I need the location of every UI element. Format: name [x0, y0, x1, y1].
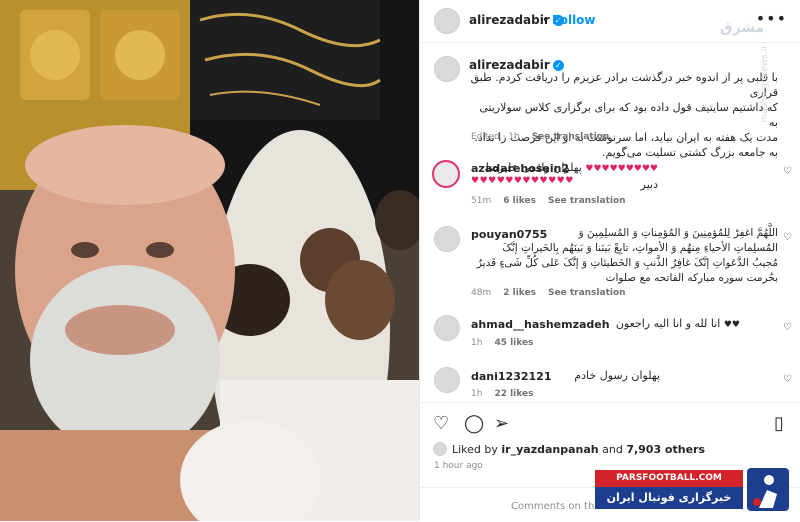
- author-name[interactable]: alirezadabir: [469, 13, 550, 27]
- caption-text: با قلبی پر از اندوه خبر درگذشت برادر عزی…: [468, 70, 778, 160]
- likes-prefix: Liked by: [452, 443, 502, 456]
- caption-avatar[interactable]: [434, 56, 460, 82]
- likes-count[interactable]: 7,903 others: [626, 443, 705, 456]
- save-icon[interactable]: ▯: [774, 413, 784, 434]
- like-comment-icon[interactable]: ♡: [783, 232, 792, 243]
- separator-dot: •: [542, 13, 550, 27]
- parsfootball-tagline: خبرگزاری فوتبال ایران: [595, 487, 743, 509]
- add-comment-input[interactable]: Comments on th: [511, 501, 594, 512]
- comment-avatar[interactable]: [434, 315, 460, 341]
- comment-age: 1h: [471, 338, 483, 348]
- mashregh-logo: مشرق: [720, 20, 765, 36]
- comment-likes[interactable]: 45 likes: [494, 338, 533, 348]
- comment-body: انا لله و انا الیه راجعون: [615, 317, 721, 330]
- comment-avatar[interactable]: [434, 367, 460, 393]
- liker-username[interactable]: ir_yazdanpanah: [501, 443, 598, 456]
- mashregh-url: mashreghnews.ir: [760, 45, 770, 123]
- share-icon[interactable]: ➢: [494, 413, 509, 434]
- post-time: 1 hour ago: [434, 461, 483, 471]
- see-translation-link[interactable]: See translation: [548, 196, 626, 206]
- caption-line: با قلبی پر از اندوه خبر درگذشت برادر عزی…: [470, 71, 778, 99]
- like-comment-icon[interactable]: ♡: [783, 166, 792, 177]
- comment-avatar[interactable]: [432, 160, 460, 188]
- like-icon[interactable]: ♡: [433, 413, 449, 434]
- like-comment-icon[interactable]: ♡: [783, 322, 792, 333]
- follow-button[interactable]: Follow: [552, 13, 596, 27]
- hearts-emoji: ♥♥: [723, 320, 740, 330]
- post-panel: alirezadabir ✓ • Follow ••• alirezadabir ✓…: [419, 0, 800, 521]
- comment-meta: 51m 6 likes See translation: [471, 196, 638, 206]
- comment-text: ♥♥ انا لله و انا الیه راجعون: [600, 316, 740, 333]
- comment-age: 48m: [471, 288, 492, 298]
- comment-meta: 48m 2 likes See translation: [471, 288, 638, 298]
- like-comment-icon[interactable]: ♡: [783, 374, 792, 385]
- hearts-emoji: ♥♥♥♥♥♥♥♥♥♥♥♥: [471, 176, 574, 186]
- caption-line: به جامعه بزرگ کشتی تسلیت می‌گویم.: [601, 146, 778, 159]
- comment-username[interactable]: ahmad__hashemzadeh: [471, 318, 610, 331]
- see-translation-link[interactable]: See translation: [548, 288, 626, 298]
- comment-age: 1h: [471, 389, 483, 399]
- post-photo[interactable]: [0, 0, 419, 521]
- photo-illustration: [0, 0, 419, 521]
- comment-avatar[interactable]: [434, 226, 460, 252]
- parsfootball-url: PARSFOOTBALL.COM: [595, 470, 743, 487]
- comment-text: اللَّهُمَّ اغفِرْ لِلمُؤمِنِینَ وَ المُؤ…: [468, 226, 778, 286]
- comment-meta: 1h 45 likes: [471, 338, 545, 348]
- comment-line: المُسلِماتِ الأحیاءِ مِنهُم وَ الأمواتِ،…: [502, 242, 778, 254]
- parsfootball-watermark: PARSFOOTBALL.COM خبرگزاری فوتبال ایران: [595, 466, 795, 516]
- comment-likes[interactable]: 22 likes: [494, 389, 533, 399]
- comment-age: 51m: [471, 196, 492, 206]
- caption-meta: Edited · 1h See translation: [471, 132, 621, 142]
- likes-mid: and: [598, 443, 627, 456]
- comment-likes[interactable]: 6 likes: [503, 196, 536, 206]
- comment-text: پهلوان رسول خادم: [520, 368, 660, 383]
- see-translation-link[interactable]: See translation: [532, 132, 610, 142]
- comment-line: اللَّهُمَّ اغفِرْ لِلمُؤمِنِینَ وَ المُؤ…: [578, 227, 778, 239]
- hearts-emoji: ♥♥♥♥♥♥♥♥♥: [585, 164, 658, 174]
- caption-line: که داشتیم سایتیف قول داده بود که برای بر…: [479, 101, 778, 129]
- comment-line: مُجیبُ الدَّعَواتِ إنَّکَ غافِرُ الذَّنب…: [476, 257, 778, 269]
- comment-likes[interactable]: 2 likes: [503, 288, 536, 298]
- comment-line: بحُرمت سوره مبارکه الفاتحه مع صلوات: [605, 272, 778, 284]
- liker-avatar[interactable]: [433, 442, 447, 456]
- comment-meta: 1h 22 likes: [471, 389, 545, 399]
- comment-body: پهلوان رسول خادم: [574, 369, 660, 382]
- author-username[interactable]: alirezadabir ✓: [469, 13, 564, 27]
- parsfootball-logo: [747, 468, 789, 511]
- comment-icon[interactable]: ◯: [464, 413, 484, 434]
- author-avatar[interactable]: [434, 8, 460, 34]
- caption-edited-time: Edited · 1h: [471, 132, 520, 142]
- likes-summary[interactable]: Liked by ir_yazdanpanah and 7,903 others: [452, 443, 705, 456]
